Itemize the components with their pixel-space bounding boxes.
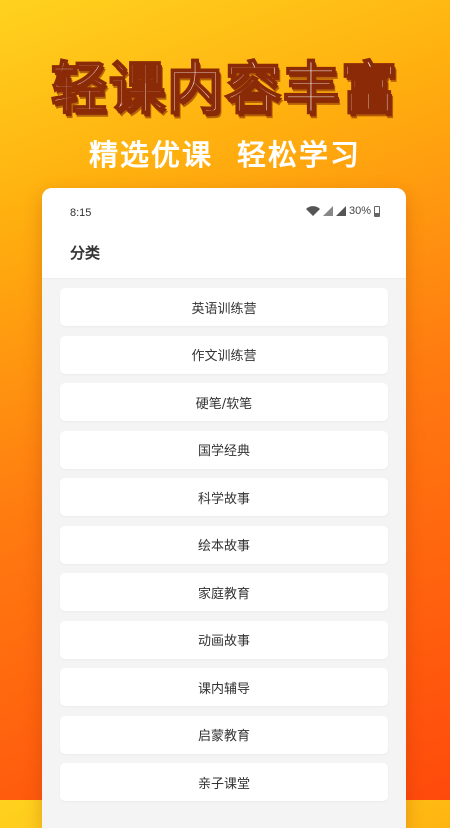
category-list: 英语训练营 作文训练营 硬笔/软笔 国学经典 科学故事 绘本故事 家庭教育 动画… — [42, 279, 406, 801]
page-title: 分类 — [70, 244, 101, 262]
category-item[interactable]: 作文训练营 — [60, 335, 388, 374]
promo-headline: 轻课内容丰富 — [50, 56, 399, 123]
category-item[interactable]: 硬笔/软笔 — [60, 383, 388, 421]
category-item[interactable]: 课内辅导 — [60, 668, 388, 706]
battery-percent: 30% — [348, 205, 371, 217]
category-item[interactable]: 国学经典 — [60, 430, 388, 469]
wifi-icon — [305, 206, 320, 216]
category-item[interactable]: 启蒙教育 — [60, 715, 388, 754]
signal-icon — [322, 206, 333, 216]
category-item[interactable]: 家庭教育 — [60, 573, 388, 611]
phone-screen: 8:15 30% 分类 英语训练营 作文训练营 硬笔/软笔 国学经典 科学故事 … — [42, 188, 406, 828]
signal-icon — [335, 206, 346, 216]
category-item[interactable]: 绘本故事 — [60, 525, 388, 564]
promo-subhead: 精选优课 轻松学习 — [88, 138, 362, 172]
app-bar: 分类 — [42, 238, 406, 279]
status-time: 8:15 — [70, 207, 92, 219]
category-item[interactable]: 动画故事 — [60, 620, 388, 659]
category-item[interactable]: 科学故事 — [60, 478, 388, 516]
category-item[interactable]: 亲子课堂 — [60, 763, 388, 801]
category-item[interactable]: 英语训练营 — [60, 288, 388, 326]
status-bar: 8:15 30% — [42, 188, 406, 238]
battery-icon — [374, 205, 380, 217]
status-icons: 30% — [305, 205, 380, 217]
